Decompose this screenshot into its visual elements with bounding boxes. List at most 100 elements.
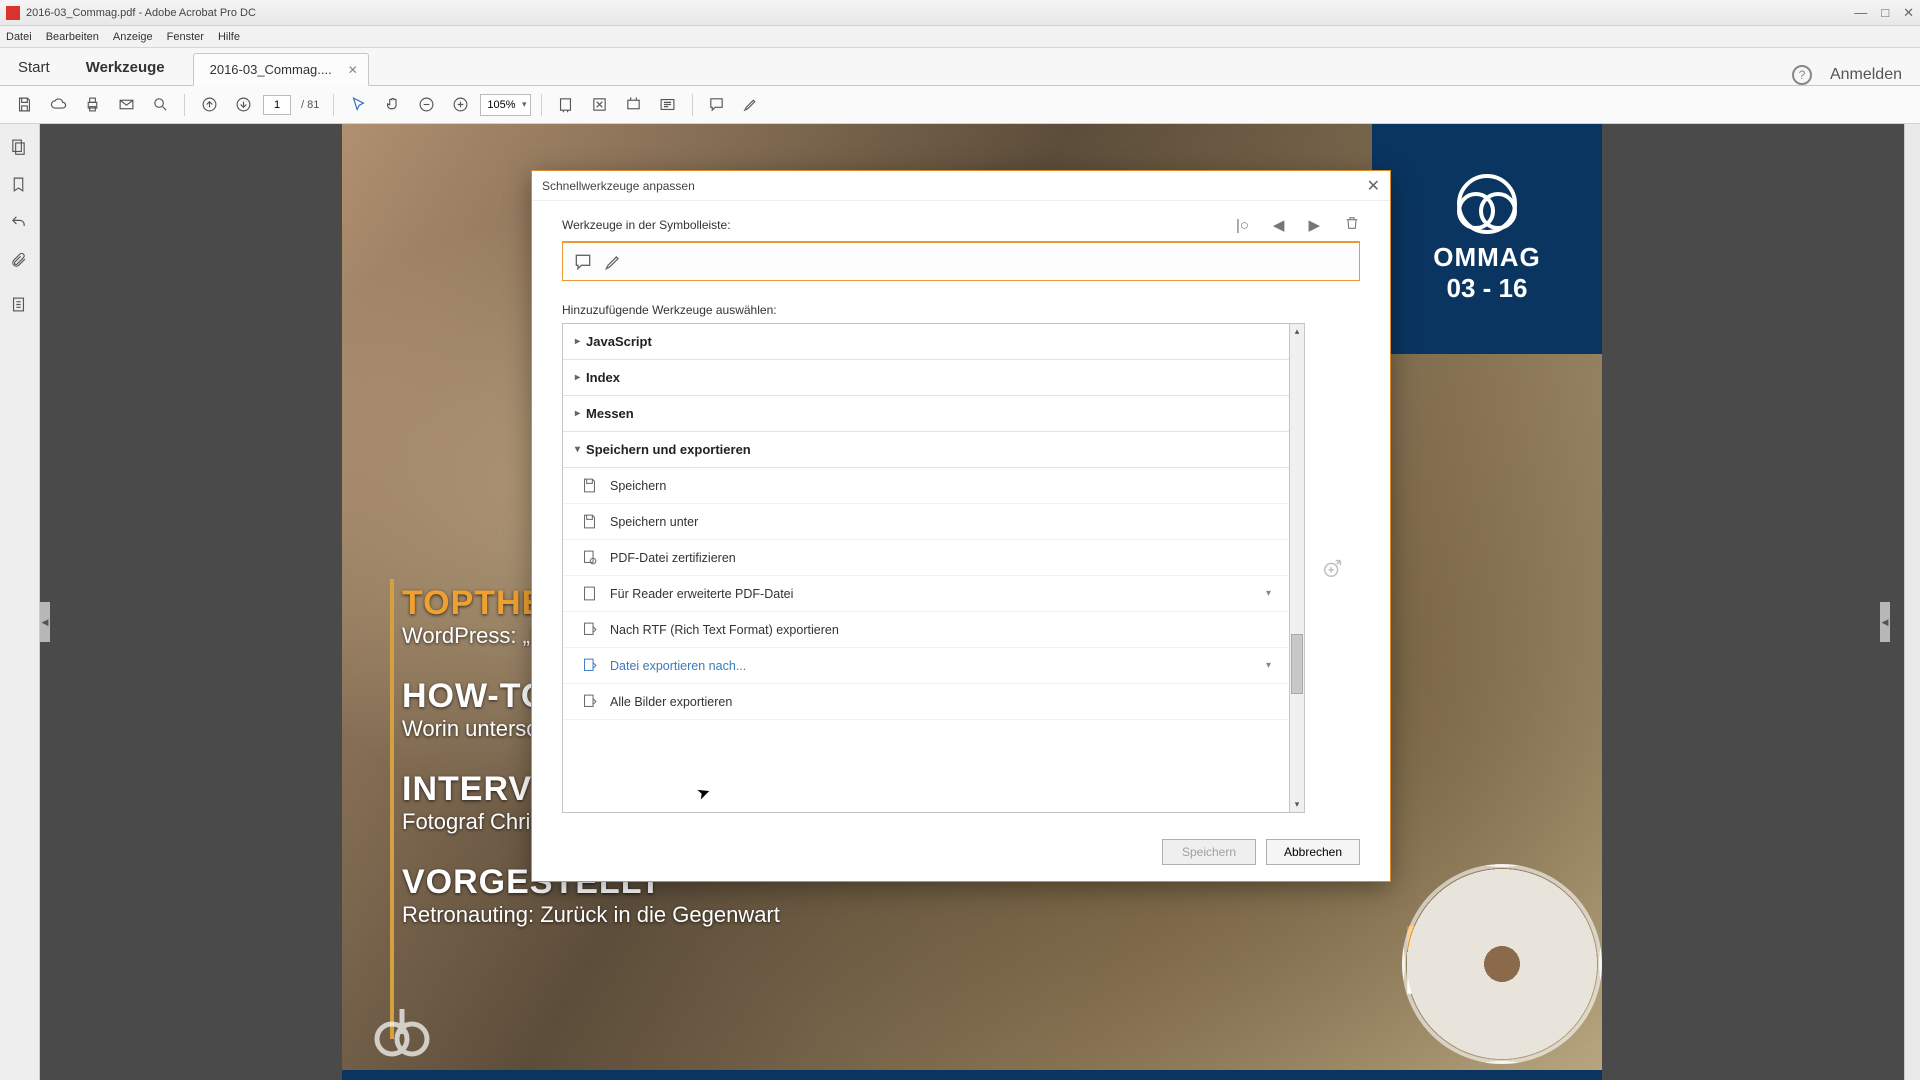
brand-issue: 03 - 16 [1447, 273, 1528, 304]
zoom-select[interactable]: 105% [480, 94, 530, 116]
close-window-button[interactable]: ✕ [1903, 5, 1914, 21]
category-label: JavaScript [586, 334, 652, 349]
section4-sub: Retronauting: Zurück in die Gegenwart [402, 902, 780, 928]
page-up-icon[interactable] [195, 91, 223, 119]
footer-logo-icon [372, 1004, 432, 1064]
dialog-cancel-button[interactable]: Abbrechen [1266, 839, 1360, 865]
tools-tree[interactable]: ▸JavaScript ▸Index ▸Messen ▾Speichern un… [562, 323, 1290, 813]
tool-label: Speichern [610, 479, 666, 493]
tool-label: Für Reader erweiterte PDF-Datei [610, 587, 793, 601]
tool-label: PDF-Datei zertifizieren [610, 551, 736, 565]
undo-icon[interactable] [10, 214, 30, 234]
chevron-down-icon[interactable]: ▾ [1266, 660, 1279, 671]
tool-datei-exportieren-nach[interactable]: Datei exportieren nach... ▾ [563, 648, 1289, 684]
scroll-down-icon[interactable]: ▾ [1290, 797, 1304, 812]
scroll-up-icon[interactable]: ▴ [1290, 324, 1304, 339]
tool-nach-rtf-exportieren[interactable]: Nach RTF (Rich Text Format) exportieren [563, 612, 1289, 648]
label-current-tools: Werkzeuge in der Symbolleiste: [562, 218, 731, 232]
move-right-icon[interactable]: ▶ [1308, 216, 1320, 234]
zoom-in-icon[interactable] [446, 91, 474, 119]
save-icon[interactable] [10, 91, 38, 119]
disc-graphic [1402, 864, 1602, 1064]
chevron-down-icon[interactable]: ▾ [1266, 588, 1279, 599]
tree-scrollbar[interactable]: ▴ ▾ [1290, 323, 1305, 813]
highlight-icon[interactable] [737, 91, 765, 119]
print-icon[interactable] [78, 91, 106, 119]
category-index[interactable]: ▸Index [563, 360, 1289, 396]
select-tool-icon[interactable] [344, 91, 372, 119]
divider-icon[interactable]: |○ [1236, 217, 1249, 234]
tab-close-icon[interactable]: ✕ [348, 63, 358, 77]
mail-icon[interactable] [112, 91, 140, 119]
tabstrip: Start Werkzeuge 2016-03_Commag.... ✕ ? A… [0, 48, 1920, 86]
delete-icon[interactable] [1344, 215, 1360, 235]
nav-pane [0, 124, 40, 1080]
tab-document[interactable]: 2016-03_Commag.... ✕ [193, 53, 369, 86]
fit-visible-icon[interactable] [620, 91, 648, 119]
menu-help[interactable]: Hilfe [218, 31, 240, 43]
help-icon[interactable]: ? [1792, 65, 1812, 85]
dialog-close-icon[interactable]: ✕ [1367, 176, 1380, 196]
scroll-thumb[interactable] [1291, 634, 1303, 694]
tab-document-label: 2016-03_Commag.... [210, 62, 332, 77]
page-input[interactable] [263, 95, 291, 115]
attachment-icon[interactable] [10, 252, 30, 272]
page-down-icon[interactable] [229, 91, 257, 119]
tool-alle-bilder-exportieren[interactable]: Alle Bilder exportieren [563, 684, 1289, 720]
tool-label: Alle Bilder exportieren [610, 695, 732, 709]
category-label: Messen [586, 406, 634, 421]
tab-tools[interactable]: Werkzeuge [68, 50, 183, 85]
dialog-save-button[interactable]: Speichern [1162, 839, 1256, 865]
fit-page-icon[interactable] [586, 91, 614, 119]
tool-pdf-zertifizieren[interactable]: PDF-Datei zertifizieren [563, 540, 1289, 576]
category-label: Speichern und exportieren [586, 442, 751, 457]
dialog-title: Schnellwerkzeuge anpassen [542, 179, 695, 193]
titlebar: 2016-03_Commag.pdf - Adobe Acrobat Pro D… [0, 0, 1920, 26]
category-messen[interactable]: ▸Messen [563, 396, 1289, 432]
brand-logo-icon [1457, 174, 1517, 234]
signin-link[interactable]: Anmelden [1830, 66, 1902, 84]
tool-label: Speichern unter [610, 515, 698, 529]
move-left-icon[interactable]: ◀ [1273, 216, 1285, 234]
category-javascript[interactable]: ▸JavaScript [563, 324, 1289, 360]
category-label: Index [586, 370, 620, 385]
current-tools-bar[interactable] [562, 241, 1360, 281]
tab-start[interactable]: Start [0, 50, 68, 85]
minimize-button[interactable]: — [1854, 5, 1867, 21]
read-mode-icon[interactable] [654, 91, 682, 119]
layers-icon[interactable] [10, 296, 30, 316]
tool-reader-erweitert[interactable]: Für Reader erweiterte PDF-Datei ▾ [563, 576, 1289, 612]
cloud-icon[interactable] [44, 91, 72, 119]
fit-width-icon[interactable] [552, 91, 580, 119]
menu-window[interactable]: Fenster [167, 31, 204, 43]
toolbar: / 81 105% [0, 86, 1920, 124]
menu-view[interactable]: Anzeige [113, 31, 153, 43]
collapse-left-icon[interactable]: ◀ [40, 602, 50, 642]
zoom-value: 105% [487, 99, 515, 111]
collapse-right-icon[interactable]: ◀ [1880, 602, 1890, 642]
page-total: / 81 [301, 99, 319, 111]
highlight-tool-icon[interactable] [603, 252, 623, 272]
comment-tool-icon[interactable] [573, 252, 593, 272]
maximize-button[interactable]: □ [1881, 5, 1889, 21]
tool-label: Nach RTF (Rich Text Format) exportieren [610, 623, 839, 637]
category-speichern-exportieren[interactable]: ▾Speichern und exportieren [563, 432, 1289, 468]
zoom-out-icon[interactable] [412, 91, 440, 119]
page-footer: Commag – das Online-Magazin für Bildbear… [342, 1070, 1602, 1080]
menu-edit[interactable]: Bearbeiten [46, 31, 99, 43]
menubar: Datei Bearbeiten Anzeige Fenster Hilfe [0, 26, 1920, 48]
brand-box: OMMAG 03 - 16 [1372, 124, 1602, 354]
tool-label: Datei exportieren nach... [610, 659, 746, 673]
tool-speichern-unter[interactable]: Speichern unter [563, 504, 1289, 540]
comment-icon[interactable] [703, 91, 731, 119]
add-to-toolbar-button[interactable] [1305, 323, 1360, 813]
bookmark-icon[interactable] [10, 176, 30, 196]
thumbnails-icon[interactable] [10, 138, 30, 158]
tool-speichern[interactable]: Speichern [563, 468, 1289, 504]
accent-bar [390, 579, 394, 1039]
customize-quicktools-dialog: Schnellwerkzeuge anpassen ✕ Werkzeuge in… [531, 170, 1391, 882]
vertical-scrollbar[interactable] [1904, 124, 1920, 1080]
search-icon[interactable] [146, 91, 174, 119]
menu-file[interactable]: Datei [6, 31, 32, 43]
hand-tool-icon[interactable] [378, 91, 406, 119]
